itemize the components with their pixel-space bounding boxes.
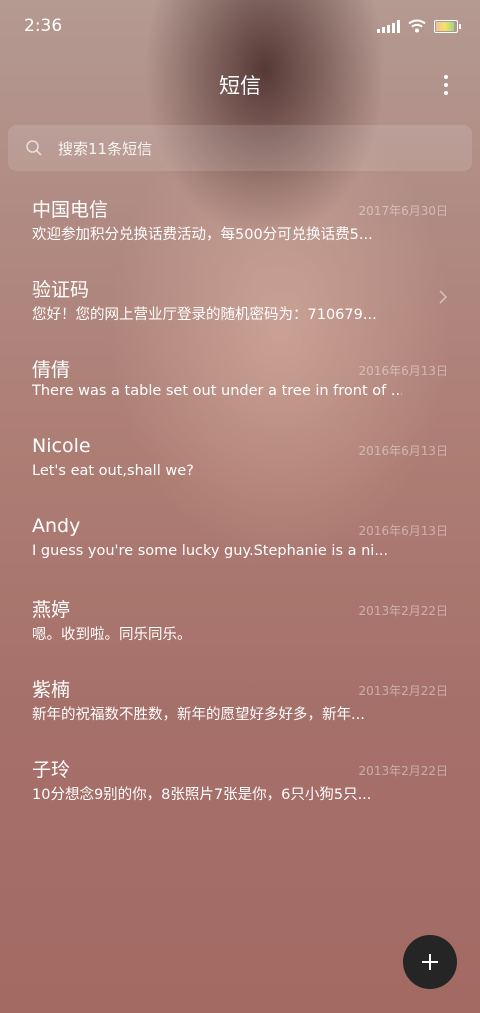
message-preview: 嗯。收到啦。同乐同乐。: [32, 627, 192, 643]
chevron-right-icon: [439, 290, 448, 304]
message-date: 2013年2月22日: [358, 764, 448, 778]
message-preview: 您好！您的网上营业厅登录的随机密码为：710679...: [32, 307, 377, 323]
conversation-item[interactable]: 紫楠 2013年2月22日 新年的祝福数不胜数，新年的愿望好多好多，新年...: [0, 665, 480, 745]
message-preview: There was a table set out under a tree i…: [32, 383, 402, 399]
message-date: 2016年6月13日: [358, 444, 448, 458]
message-preview: 欢迎参加积分兑换话费活动，每500分可兑换话费5...: [32, 227, 373, 243]
message-date: 2013年2月22日: [358, 604, 448, 618]
message-preview: Let's eat out,shall we?: [32, 463, 194, 479]
search-icon: [26, 140, 42, 156]
plus-icon: [422, 954, 438, 970]
contact-name: 验证码: [32, 279, 90, 301]
signal-icon: [377, 19, 400, 33]
more-vertical-icon[interactable]: [442, 75, 450, 95]
message-list: 中国电信 2017年6月30日 欢迎参加积分兑换话费活动，每500分可兑换话费5…: [0, 185, 480, 825]
contact-name: 紫楠: [32, 679, 71, 701]
search-bar[interactable]: 搜索11条短信: [8, 125, 472, 171]
wifi-icon: [408, 19, 426, 33]
message-date: 2017年6月30日: [358, 204, 448, 218]
status-bar: 2:36: [0, 0, 480, 52]
contact-name: Andy: [32, 515, 81, 537]
conversation-item[interactable]: 燕婷 2013年2月22日 嗯。收到啦。同乐同乐。: [0, 585, 480, 665]
battery-level: [436, 21, 454, 31]
contact-name: 中国电信: [32, 199, 109, 221]
conversation-item[interactable]: 倩倩 2016年6月13日 There was a table set out …: [0, 345, 480, 425]
conversation-item[interactable]: 中国电信 2017年6月30日 欢迎参加积分兑换话费活动，每500分可兑换话费5…: [0, 185, 480, 265]
message-date: 2013年2月22日: [358, 684, 448, 698]
status-time: 2:36: [24, 16, 63, 36]
page-title: 短信: [219, 74, 261, 98]
contact-name: Nicole: [32, 435, 91, 457]
conversation-item[interactable]: Andy 2016年6月13日 I guess you're some luck…: [0, 505, 480, 585]
contact-name: 倩倩: [32, 359, 71, 381]
conversation-item[interactable]: Nicole 2016年6月13日 Let's eat out,shall we…: [0, 425, 480, 505]
message-preview: 10分想念9别的你，8张照片7张是你，6只小狗5只...: [32, 787, 372, 803]
message-date: 2016年6月13日: [358, 364, 448, 378]
message-preview: 新年的祝福数不胜数，新年的愿望好多好多，新年...: [32, 707, 365, 723]
conversation-item[interactable]: 子玲 2013年2月22日 10分想念9别的你，8张照片7张是你，6只小狗5只.…: [0, 745, 480, 825]
message-date: 2016年6月13日: [358, 524, 448, 538]
search-placeholder: 搜索11条短信: [58, 140, 153, 158]
compose-button[interactable]: [403, 935, 457, 989]
conversation-item[interactable]: 验证码 您好！您的网上营业厅登录的随机密码为：710679...: [0, 265, 480, 345]
status-icons: [377, 17, 461, 35]
message-preview: I guess you're some lucky guy.Stephanie …: [32, 543, 389, 559]
battery-icon: [434, 19, 461, 33]
contact-name: 燕婷: [32, 599, 71, 621]
contact-name: 子玲: [32, 759, 71, 781]
